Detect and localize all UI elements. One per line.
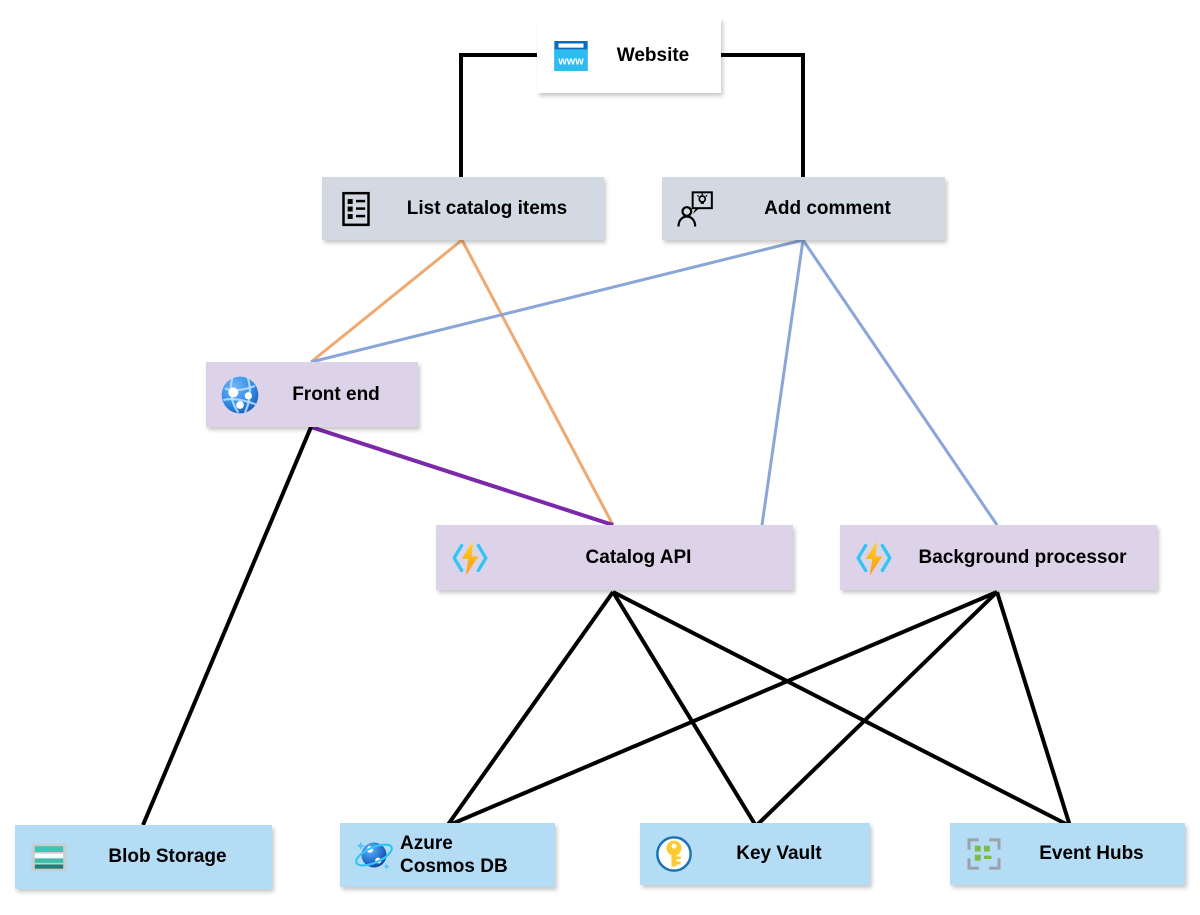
node-label-catalog-api: Catalog API — [585, 546, 692, 568]
node-catalog-api[interactable]: Catalog API — [436, 525, 793, 590]
azure-functions-icon — [854, 538, 894, 578]
azure-key-vault-icon — [654, 834, 694, 874]
edge-add-comment-to-catalog-api — [760, 239, 805, 526]
node-label-event-hubs: Event Hubs — [1039, 843, 1144, 865]
azure-event-hubs-icon — [964, 834, 1004, 874]
edge-add-comment-to-background-processor — [801, 239, 999, 526]
edge-catalog-api-to-azure-cosmos-db — [445, 590, 615, 828]
node-label-list-catalog-items: List catalog items — [406, 197, 568, 219]
edge-layer — [141, 53, 1072, 828]
node-website[interactable]: www Website — [537, 18, 721, 93]
node-label-key-vault: Key Vault — [736, 843, 822, 865]
edge-list-catalog-items-to-front-end — [310, 238, 463, 364]
architecture-diagram-canvas: www Website List catalog items Add comment F… — [0, 0, 1200, 915]
edge-catalog-api-to-event-hubs — [612, 590, 1071, 828]
node-azure-cosmos-db[interactable]: Azure Cosmos DB — [340, 823, 555, 887]
edge-list-catalog-items-to-catalog-api — [460, 239, 615, 526]
edge-background-processor-to-azure-cosmos-db — [446, 590, 998, 828]
node-background-processor[interactable]: Background processor — [840, 525, 1157, 590]
azure-app-service-icon — [220, 375, 260, 415]
node-label-background-processor: Background processor — [918, 546, 1127, 568]
user-comment-idea-icon — [676, 189, 716, 229]
svg-text:www: www — [557, 55, 584, 67]
edge-background-processor-to-event-hubs — [995, 591, 1072, 827]
node-blob-storage[interactable]: Blob Storage — [15, 825, 272, 889]
www-browser-icon: www — [551, 36, 591, 76]
edge-website-to-add-comment — [721, 53, 805, 177]
node-add-comment[interactable]: Add comment — [662, 177, 945, 240]
edge-background-processor-to-key-vault — [754, 590, 999, 828]
edge-front-end-to-catalog-api — [310, 425, 614, 527]
checklist-icon — [336, 189, 376, 229]
node-label-front-end: Front end — [292, 383, 380, 405]
azure-functions-icon — [450, 538, 490, 578]
node-key-vault[interactable]: Key Vault — [640, 823, 870, 885]
node-event-hubs[interactable]: Event Hubs — [950, 823, 1185, 885]
edge-add-comment-to-front-end — [310, 238, 804, 364]
node-front-end[interactable]: Front end — [206, 362, 418, 427]
node-list-catalog-items[interactable]: List catalog items — [322, 177, 604, 240]
edge-website-to-list-catalog-items — [459, 53, 537, 177]
node-label-website: Website — [616, 44, 690, 66]
node-label-blob-storage: Blob Storage — [108, 846, 227, 868]
edge-catalog-api-to-key-vault — [611, 590, 758, 828]
node-label-add-comment: Add comment — [764, 197, 891, 219]
azure-blob-storage-icon — [29, 837, 69, 877]
azure-cosmos-db-icon — [354, 835, 394, 875]
node-label-azure-cosmos-db: Azure Cosmos DB — [400, 832, 508, 877]
edge-front-end-to-blob-storage — [141, 426, 313, 826]
